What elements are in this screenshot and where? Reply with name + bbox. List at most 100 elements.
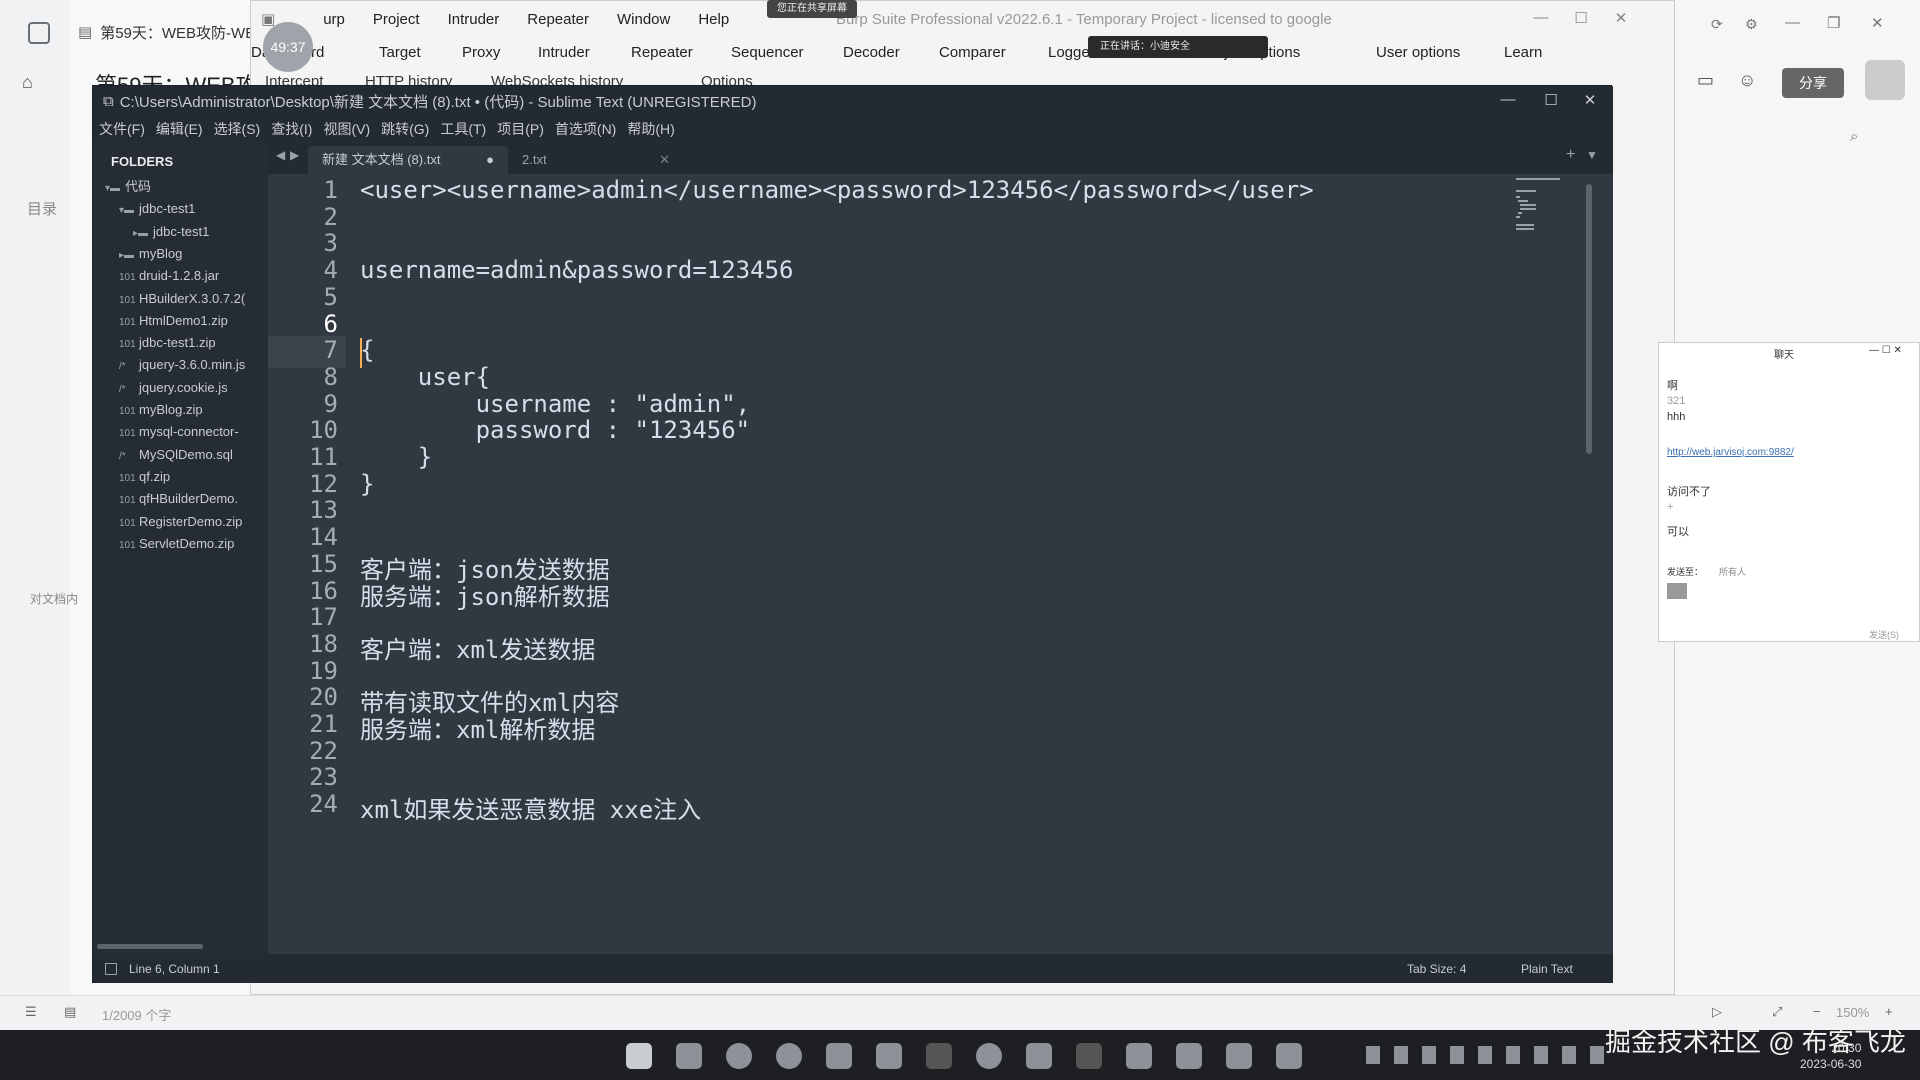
menu-preferences[interactable]: 首选项(N) xyxy=(555,119,616,139)
sidebar-item[interactable]: 101 HtmlDemo1.zip xyxy=(119,310,275,332)
tab-nav-right-icon[interactable]: ▶ xyxy=(290,148,299,162)
editor[interactable]: 1 <user><username>admin</username><passwo… xyxy=(268,174,1613,954)
chat-link[interactable]: http://web.jarvisoj.com:9882/ xyxy=(1667,447,1794,458)
sidebar-item[interactable]: 101 HBuilderX.3.0.7.2( xyxy=(119,288,275,310)
refresh-icon[interactable]: ⟳ xyxy=(1711,16,1723,33)
app-icon[interactable] xyxy=(1226,1043,1252,1069)
zoom-in-icon[interactable]: + xyxy=(1885,1004,1893,1019)
menu-project[interactable]: 项目(P) xyxy=(497,119,544,139)
sidebar-item[interactable]: 101 jdbc-test1.zip xyxy=(119,332,275,354)
layout-icon[interactable]: ▤ xyxy=(64,1004,76,1020)
burp-menu-item[interactable]: Project xyxy=(373,11,420,28)
sidebar-item[interactable]: /* jquery-3.6.0.min.js xyxy=(119,354,275,376)
photos-icon[interactable] xyxy=(826,1043,852,1069)
tab-intruder[interactable]: Intruder xyxy=(538,44,590,61)
phpstorm-icon[interactable] xyxy=(1276,1043,1302,1069)
tab-active-file[interactable]: 新建 文本文档 (8).txt ● xyxy=(308,146,508,174)
tab-target[interactable]: Target xyxy=(379,44,421,61)
sidebar-item[interactable]: /* MySQlDemo.sql xyxy=(119,444,275,466)
tab-repeater[interactable]: Repeater xyxy=(631,44,693,61)
sidebar-item[interactable]: ▾▬ 代码 xyxy=(105,176,275,198)
send-button[interactable]: 发送(S) xyxy=(1869,628,1899,641)
play-icon[interactable]: ▷ xyxy=(1712,1004,1722,1020)
user-icon[interactable]: ☺ xyxy=(1738,70,1756,91)
outline-icon[interactable]: ☰ xyxy=(25,1004,37,1020)
new-tab-icon[interactable]: + xyxy=(1566,146,1575,164)
app-icon[interactable] xyxy=(1026,1043,1052,1069)
close-button[interactable]: ✕ xyxy=(1871,14,1884,32)
menu-help[interactable]: 帮助(H) xyxy=(627,119,674,139)
burp-menu-item[interactable]: Help xyxy=(698,11,729,28)
sidebar-item[interactable]: 101 RegisterDemo.zip xyxy=(119,511,275,533)
app-icon[interactable] xyxy=(926,1043,952,1069)
menu-find[interactable]: 查找(I) xyxy=(271,119,312,139)
chat-close-icon[interactable]: — ☐ ✕ xyxy=(1869,345,1902,356)
burp-menu-item[interactable]: Repeater xyxy=(527,11,589,28)
present-icon[interactable]: ▭ xyxy=(1697,70,1714,91)
app-icon[interactable] xyxy=(876,1043,902,1069)
tab-sequencer[interactable]: Sequencer xyxy=(731,44,804,61)
home-icon[interactable]: ⌂ xyxy=(22,72,33,93)
menu-selection[interactable]: 选择(S) xyxy=(214,119,261,139)
sidebar-item[interactable]: ▾▬ jdbc-test1 xyxy=(119,198,275,220)
tab-file[interactable]: 2.txt ✕ xyxy=(508,146,688,174)
menu-edit[interactable]: 编辑(E) xyxy=(156,119,203,139)
sidebar-item[interactable]: ▸▬ myBlog xyxy=(119,243,275,265)
maximize-button[interactable]: ☐ xyxy=(1561,9,1601,27)
tab-learn[interactable]: Learn xyxy=(1504,44,1542,61)
fullscreen-icon[interactable]: ⤢ xyxy=(1772,1004,1782,1020)
tab-decoder[interactable]: Decoder xyxy=(843,44,900,61)
sidebar-item[interactable]: ▸▬ jdbc-test1 xyxy=(133,221,275,243)
clock[interactable]: 20:30 2023-06-30 xyxy=(1800,1040,1861,1072)
minimize-button[interactable]: — xyxy=(1521,9,1561,27)
start-icon[interactable] xyxy=(626,1043,652,1069)
search-icon[interactable]: ⌕ xyxy=(1850,128,1858,145)
burp-menu-item[interactable]: Intruder xyxy=(448,11,500,28)
app-icon[interactable] xyxy=(1076,1043,1102,1069)
burp-menu-item[interactable]: urp xyxy=(323,11,345,28)
restore-button[interactable]: ❐ xyxy=(1827,14,1840,32)
send-to-select[interactable]: 所有人 xyxy=(1719,565,1746,578)
tab-list-icon[interactable]: ▼ xyxy=(1586,148,1598,162)
menu-file[interactable]: 文件(F) xyxy=(99,119,145,139)
tab-close-icon[interactable]: ✕ xyxy=(659,146,670,174)
avatar[interactable] xyxy=(1865,60,1905,100)
sidebar-item[interactable]: 101 mysql-connector- xyxy=(119,421,275,443)
vertical-scrollbar[interactable] xyxy=(1586,184,1592,454)
menu-view[interactable]: 视图(V) xyxy=(323,119,370,139)
tab-nav-left-icon[interactable]: ◀ xyxy=(276,148,285,162)
chrome-icon[interactable] xyxy=(776,1043,802,1069)
zoom-out-icon[interactable]: − xyxy=(1813,1004,1821,1019)
note-tab[interactable]: ▤ 第59天：WEB攻防-WE xyxy=(70,12,260,52)
tab-proxy[interactable]: Proxy xyxy=(462,44,500,61)
sidebar-item[interactable]: 101 ServletDemo.zip xyxy=(119,533,275,555)
panel-toggle-icon[interactable] xyxy=(105,962,117,975)
sidebar-item[interactable]: 101 qfHBuilderDemo. xyxy=(119,488,275,510)
sidebar-item[interactable]: /* jquery.cookie.js xyxy=(119,377,275,399)
chat-input[interactable] xyxy=(1667,583,1687,599)
gear-icon[interactable]: ⚙ xyxy=(1745,16,1758,33)
burp-menu-item[interactable]: Window xyxy=(617,11,670,28)
menu-goto[interactable]: 跳转(G) xyxy=(381,119,429,139)
catalog-label[interactable]: 目录 xyxy=(27,198,57,219)
edge-icon[interactable] xyxy=(726,1043,752,1069)
explorer-icon[interactable] xyxy=(676,1043,702,1069)
tab-user-options[interactable]: User options xyxy=(1376,44,1460,61)
app-icon[interactable] xyxy=(976,1043,1002,1069)
sidebar-scrollbar[interactable] xyxy=(97,944,203,949)
sidebar-item[interactable]: 101 myBlog.zip xyxy=(119,399,275,421)
share-button[interactable]: 分享 xyxy=(1782,68,1844,98)
close-button[interactable]: ✕ xyxy=(1565,91,1615,109)
sidebar-item[interactable]: 101 druid-1.2.8.jar xyxy=(119,265,275,287)
syntax-mode[interactable]: Plain Text xyxy=(1521,962,1573,976)
tab-comparer[interactable]: Comparer xyxy=(939,44,1006,61)
close-button[interactable]: ✕ xyxy=(1601,9,1641,27)
sidebar-item[interactable]: 101 qf.zip xyxy=(119,466,275,488)
sublime-taskbar-icon[interactable] xyxy=(1176,1043,1202,1069)
burp-taskbar-icon[interactable] xyxy=(1126,1043,1152,1069)
menu-tools[interactable]: 工具(T) xyxy=(440,119,486,139)
minimap[interactable] xyxy=(1516,178,1566,238)
minimize-button[interactable]: — xyxy=(1785,14,1800,31)
system-tray-icons[interactable] xyxy=(1366,1046,1606,1064)
tab-size[interactable]: Tab Size: 4 xyxy=(1407,962,1466,976)
